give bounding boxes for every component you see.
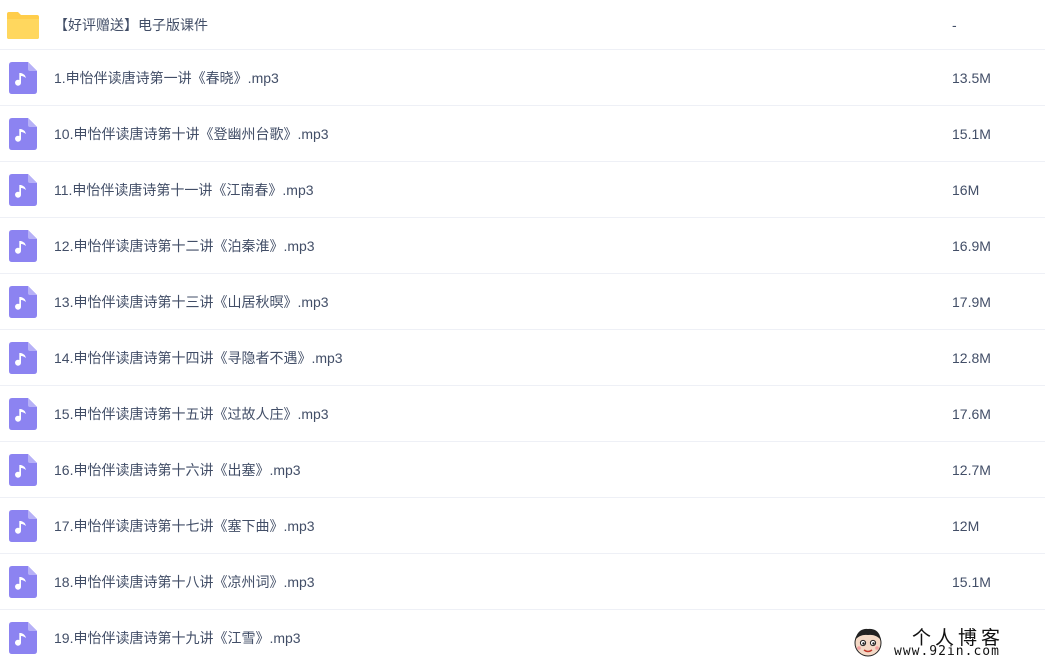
- file-size: 15.1M: [952, 573, 991, 590]
- audio-file-icon: [9, 397, 37, 430]
- audio-file-icon: [9, 61, 37, 94]
- file-name[interactable]: 10.申怡伴读唐诗第十讲《登幽州台歌》.mp3: [54, 124, 329, 144]
- audio-file-icon: [9, 117, 37, 150]
- file-name[interactable]: 14.申怡伴读唐诗第十四讲《寻隐者不遇》.mp3: [54, 348, 343, 368]
- file-list: 【好评赠送】电子版课件 - 1.申怡伴读唐诗第一讲《春晓》.mp3 13.5M …: [0, 0, 1045, 666]
- audio-file-icon: [9, 229, 37, 262]
- file-row[interactable]: 14.申怡伴读唐诗第十四讲《寻隐者不遇》.mp3 12.8M: [0, 330, 1045, 386]
- file-size: 16M: [952, 181, 980, 198]
- watermark: 个人博客 www.92in.com: [848, 622, 1042, 662]
- file-row[interactable]: 1.申怡伴读唐诗第一讲《春晓》.mp3 13.5M: [0, 50, 1045, 106]
- file-name[interactable]: 19.申怡伴读唐诗第十九讲《江雪》.mp3: [54, 628, 301, 648]
- audio-file-icon: [9, 341, 37, 374]
- file-row-folder[interactable]: 【好评赠送】电子版课件 -: [0, 0, 1045, 50]
- file-size: 16.9M: [952, 237, 991, 254]
- folder-icon: [6, 10, 40, 40]
- file-size: 15.1M: [952, 125, 991, 142]
- file-row[interactable]: 17.申怡伴读唐诗第十七讲《塞下曲》.mp3 12M: [0, 498, 1045, 554]
- file-name[interactable]: 11.申怡伴读唐诗第十一讲《江南春》.mp3: [54, 180, 314, 200]
- file-name[interactable]: 18.申怡伴读唐诗第十八讲《凉州词》.mp3: [54, 572, 315, 592]
- file-row[interactable]: 11.申怡伴读唐诗第十一讲《江南春》.mp3 16M: [0, 162, 1045, 218]
- audio-file-icon: [9, 453, 37, 486]
- file-name[interactable]: 17.申怡伴读唐诗第十七讲《塞下曲》.mp3: [54, 516, 315, 536]
- audio-file-icon: [9, 285, 37, 318]
- file-size: 12M: [952, 517, 980, 534]
- file-name[interactable]: 12.申怡伴读唐诗第十二讲《泊秦淮》.mp3: [54, 236, 315, 256]
- watermark-url: www.92in.com: [894, 644, 1000, 659]
- file-row[interactable]: 18.申怡伴读唐诗第十八讲《凉州词》.mp3 15.1M: [0, 554, 1045, 610]
- file-size: 13.5M: [952, 69, 991, 86]
- audio-file-icon: [9, 509, 37, 542]
- file-name[interactable]: 【好评赠送】电子版课件: [54, 15, 208, 35]
- avatar-icon: [852, 626, 884, 658]
- file-size: -: [952, 16, 957, 33]
- file-row[interactable]: 15.申怡伴读唐诗第十五讲《过故人庄》.mp3 17.6M: [0, 386, 1045, 442]
- file-size: 17.6M: [952, 405, 991, 422]
- file-row[interactable]: 12.申怡伴读唐诗第十二讲《泊秦淮》.mp3 16.9M: [0, 218, 1045, 274]
- file-name[interactable]: 16.申怡伴读唐诗第十六讲《出塞》.mp3: [54, 460, 301, 480]
- file-name[interactable]: 15.申怡伴读唐诗第十五讲《过故人庄》.mp3: [54, 404, 329, 424]
- file-name[interactable]: 1.申怡伴读唐诗第一讲《春晓》.mp3: [54, 68, 279, 88]
- file-row[interactable]: 13.申怡伴读唐诗第十三讲《山居秋暝》.mp3 17.9M: [0, 274, 1045, 330]
- file-size: 17.9M: [952, 293, 991, 310]
- file-row[interactable]: 10.申怡伴读唐诗第十讲《登幽州台歌》.mp3 15.1M: [0, 106, 1045, 162]
- file-name[interactable]: 13.申怡伴读唐诗第十三讲《山居秋暝》.mp3: [54, 292, 329, 312]
- audio-file-icon: [9, 173, 37, 206]
- audio-file-icon: [9, 622, 37, 654]
- audio-file-icon: [9, 565, 37, 598]
- file-size: 12.8M: [952, 349, 991, 366]
- file-row[interactable]: 16.申怡伴读唐诗第十六讲《出塞》.mp3 12.7M: [0, 442, 1045, 498]
- file-size: 12.7M: [952, 461, 991, 478]
